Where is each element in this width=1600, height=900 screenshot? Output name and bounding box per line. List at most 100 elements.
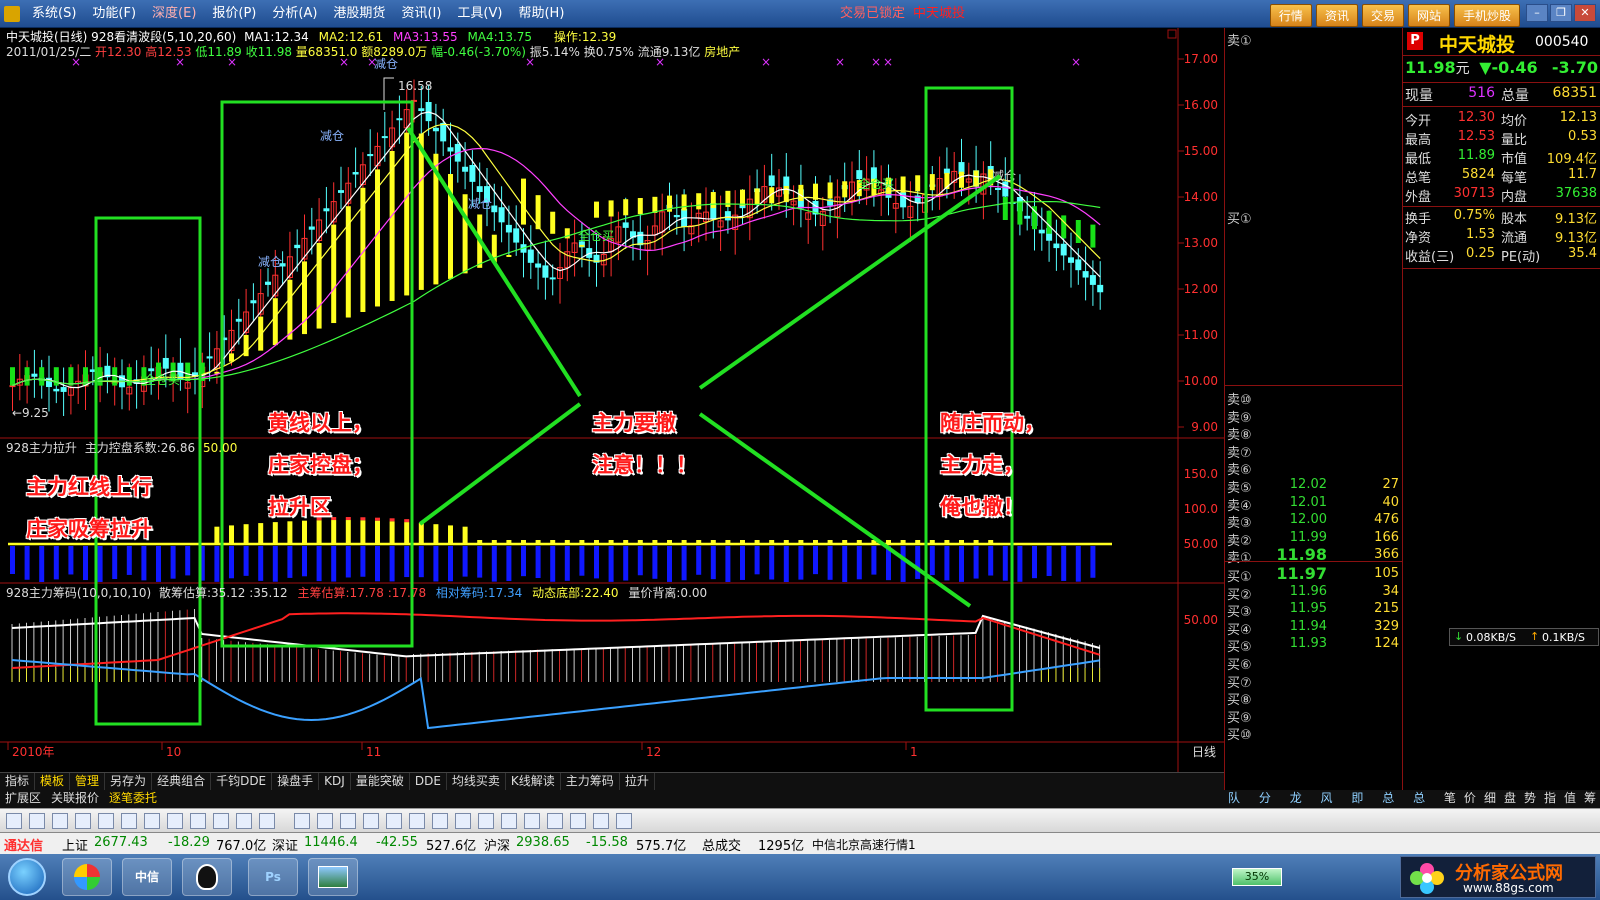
website-button[interactable]: 网站 <box>1407 4 1450 27</box>
toolbar-tool-icon[interactable] <box>75 813 91 829</box>
panel-tab[interactable]: 分布 <box>1255 790 1286 822</box>
sell-level-row[interactable]: 卖⑦ <box>1225 442 1403 461</box>
menu-help[interactable]: 帮助(H) <box>510 0 572 28</box>
server-name[interactable]: 中信北京高速行情1 <box>812 836 916 853</box>
chart-canvas[interactable]: 17.00 16.00 15.00 14.00 13.00 12.00 11.00 10.00… <box>0 28 1224 772</box>
indicator-tab[interactable]: K线解读 <box>506 773 561 790</box>
sell-level-row[interactable]: 卖⑩ <box>1225 389 1403 408</box>
buy-level-row[interactable]: 买⑨ <box>1225 707 1403 726</box>
panel-tab[interactable]: 值 <box>1560 790 1580 808</box>
menu-depth[interactable]: 深度(E) <box>144 0 204 28</box>
extension-tab[interactable]: 关联报价 <box>46 790 104 808</box>
toolbar-tool-icon[interactable] <box>340 813 356 829</box>
extension-tab[interactable]: 逐笔委托 <box>104 790 162 808</box>
panel-tab[interactable]: 盘 <box>1500 790 1520 808</box>
toolbar-tool-icon[interactable] <box>6 813 22 829</box>
panel-tab[interactable]: 总委 <box>1409 790 1440 822</box>
indicator-tab[interactable]: 指标 <box>0 773 36 790</box>
toolbar-tool-icon[interactable] <box>570 813 586 829</box>
indicator-tab[interactable]: 管理 <box>70 773 106 790</box>
menu-quote[interactable]: 报价(P) <box>204 0 264 28</box>
buy-level-row[interactable]: 买⑥ <box>1225 654 1403 673</box>
toolbar-tool-icon[interactable] <box>386 813 402 829</box>
buy-level-row[interactable]: 买② 11.96 34 <box>1225 584 1403 603</box>
toolbar-tool-icon[interactable] <box>432 813 448 829</box>
toolbar-tool-icon[interactable] <box>29 813 45 829</box>
indicator-tab[interactable]: 拉升 <box>620 773 655 790</box>
restore-icon[interactable]: ❐ <box>1550 4 1572 22</box>
extension-tab[interactable]: 扩展区 <box>0 790 46 808</box>
toolbar-tool-icon[interactable] <box>144 813 160 829</box>
indicator-tab[interactable]: 千钧DDE <box>211 773 273 790</box>
indicator-tab[interactable]: 操盘手 <box>272 773 320 790</box>
toolbar-tool-icon[interactable] <box>121 813 137 829</box>
buy-level-row[interactable]: 买⑧ <box>1225 689 1403 708</box>
sell-level-row[interactable]: 卖③ 12.00 476 <box>1225 512 1403 531</box>
indicator-tab[interactable]: DDE <box>410 773 447 790</box>
indicator-tab[interactable]: 经典组合 <box>152 773 212 790</box>
taskbar-app-zhongxin[interactable]: 中信 <box>122 858 172 896</box>
menu-info[interactable]: 资讯(I) <box>393 0 449 28</box>
taskbar-qq-icon[interactable] <box>182 858 232 896</box>
buy-level-row[interactable]: 买⑤ 11.93 124 <box>1225 636 1403 655</box>
indicator-tab[interactable]: 另存为 <box>105 773 153 790</box>
buy-level-row[interactable]: 买⑩ <box>1225 724 1403 743</box>
news-button[interactable]: 资讯 <box>1315 4 1358 27</box>
menu-system[interactable]: 系统(S) <box>24 0 84 28</box>
buy-level-row[interactable]: 买④ 11.94 329 <box>1225 619 1403 638</box>
toolbar-tool-icon[interactable] <box>317 813 333 829</box>
panel-tab[interactable]: 龙虎 <box>1286 790 1317 822</box>
toolbar-tool-icon[interactable] <box>409 813 425 829</box>
minimize-icon[interactable]: – <box>1526 4 1548 22</box>
panel-tab[interactable]: 筹 <box>1580 790 1600 808</box>
sell-level-row[interactable]: 卖⑨ <box>1225 407 1403 426</box>
panel-tab[interactable]: 即撤 <box>1347 790 1378 822</box>
mobile-button[interactable]: 手机炒股 <box>1453 4 1520 27</box>
indicator-tab[interactable]: 量能突破 <box>351 773 410 790</box>
toolbar-tool-icon[interactable] <box>52 813 68 829</box>
toolbar-tool-icon[interactable] <box>501 813 517 829</box>
toolbar-tool-icon[interactable] <box>259 813 275 829</box>
toolbar-tool-icon[interactable] <box>98 813 114 829</box>
panel-tab[interactable]: 笔 <box>1440 790 1460 808</box>
battery-indicator[interactable]: 35% <box>1232 868 1282 886</box>
buy-level-row[interactable]: 买③ 11.95 215 <box>1225 601 1403 620</box>
buy-level-row[interactable]: 买⑦ <box>1225 672 1403 691</box>
menu-hk-futures[interactable]: 港股期货 <box>325 0 393 28</box>
sell-level-row[interactable]: 卖⑤ 12.02 27 <box>1225 477 1403 496</box>
sell-level-row[interactable]: 卖④ 12.01 40 <box>1225 495 1403 514</box>
sell-level-row[interactable]: 卖① 11.98 366 <box>1225 545 1403 566</box>
market-button[interactable]: 行情 <box>1269 4 1312 27</box>
toolbar-tool-icon[interactable] <box>294 813 310 829</box>
trade-button[interactable]: 交易 <box>1361 4 1404 27</box>
toolbar-tool-icon[interactable] <box>455 813 471 829</box>
toolbar-tool-icon[interactable] <box>616 813 632 829</box>
indicator-tab[interactable]: KDJ <box>319 773 351 790</box>
toolbar-tool-icon[interactable] <box>524 813 540 829</box>
toolbar-tool-icon[interactable] <box>213 813 229 829</box>
toolbar-tool-icon[interactable] <box>547 813 563 829</box>
indicator-tab[interactable]: 均线买卖 <box>447 773 506 790</box>
indicator-tab[interactable]: 模板 <box>35 773 71 790</box>
taskbar-photoshop[interactable]: Ps <box>248 858 298 896</box>
panel-tab[interactable]: 总撤 <box>1378 790 1409 822</box>
toolbar-tool-icon[interactable] <box>363 813 379 829</box>
panel-tab[interactable]: 细 <box>1480 790 1500 808</box>
panel-tab[interactable]: 队列 <box>1224 790 1255 822</box>
menu-analysis[interactable]: 分析(A) <box>264 0 325 28</box>
indicator-tab[interactable]: 主力筹码 <box>561 773 620 790</box>
toolbar-tool-icon[interactable] <box>593 813 609 829</box>
menu-tools[interactable]: 工具(V) <box>449 0 510 28</box>
panel-tab[interactable]: 指 <box>1540 790 1560 808</box>
taskbar-browser-icon[interactable] <box>62 858 112 896</box>
panel-tab[interactable]: 价 <box>1460 790 1480 808</box>
panel-tab[interactable]: 势 <box>1520 790 1540 808</box>
buy-level-row[interactable]: 买① 11.97 105 <box>1225 564 1403 585</box>
close-icon[interactable]: ✕ <box>1574 4 1596 22</box>
sell-level-row[interactable]: 卖⑥ <box>1225 459 1403 478</box>
panel-tab[interactable]: 风向 <box>1317 790 1348 822</box>
start-orb-icon[interactable] <box>8 858 46 896</box>
toolbar-tool-icon[interactable] <box>167 813 183 829</box>
taskbar-image-viewer-icon[interactable] <box>308 858 358 896</box>
menu-function[interactable]: 功能(F) <box>84 0 144 28</box>
